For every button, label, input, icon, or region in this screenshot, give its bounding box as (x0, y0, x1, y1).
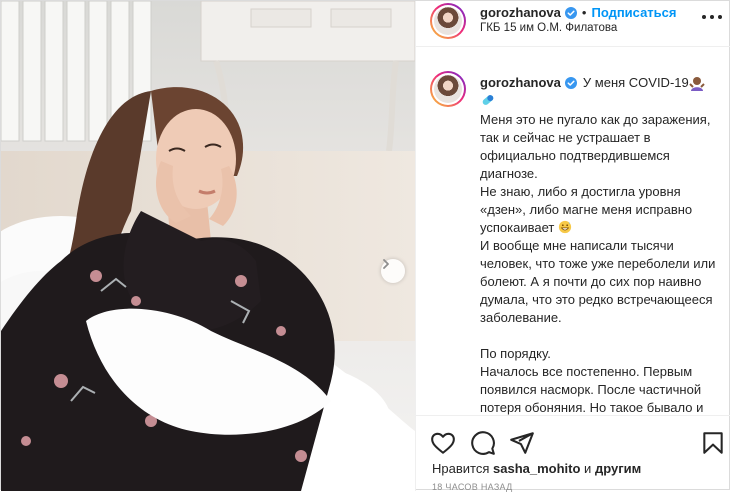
post-header: gorozhanova • Подписаться ГКБ 15 им О.М.… (416, 1, 730, 47)
caption-line-5: По порядку. (480, 346, 551, 361)
more-options-icon[interactable] (702, 9, 722, 25)
follow-button[interactable]: Подписаться (591, 5, 676, 20)
avatar[interactable] (430, 3, 466, 39)
pill-icon (482, 95, 494, 105)
likes-line: Нравится sasha_mohito и другим (432, 461, 641, 476)
header-username[interactable]: gorozhanova (480, 5, 561, 20)
likes-prefix: Нравится (432, 461, 490, 476)
bookmark-icon[interactable] (700, 430, 726, 456)
instagram-post: gorozhanova • Подписаться ГКБ 15 им О.М.… (0, 0, 730, 492)
location-link[interactable]: ГКБ 15 им О.М. Филатова (480, 22, 617, 34)
caption-first-text: У меня COVID-19 (582, 75, 689, 90)
photo-illustration (1, 1, 415, 491)
carousel-next-button[interactable] (381, 259, 405, 283)
caption: gorozhanova У меня COVID-19 Меня это не … (480, 74, 720, 415)
caption-username[interactable]: gorozhanova (480, 74, 561, 92)
caption-line-1: Меня это не пугало как до заражения, так… (480, 112, 711, 181)
comment-icon[interactable] (470, 430, 496, 456)
separator-dot: • (581, 5, 587, 20)
verified-badge-icon (564, 6, 577, 19)
caption-blank-line (480, 327, 720, 345)
woman-shrugging-icon (689, 77, 705, 91)
post-timestamp[interactable]: 18 часов назад (432, 482, 513, 492)
share-icon[interactable] (509, 430, 535, 456)
likes-user-link[interactable]: sasha_mohito (493, 461, 580, 476)
likes-middle: и (584, 461, 592, 476)
chevron-right-icon (383, 259, 389, 269)
caption-line-2: Не знаю, либо я достигла уровня «дзен», … (480, 184, 693, 235)
grinning-sweat-icon (558, 220, 572, 234)
caption-line-6: Началось все постепенно. Первым появился… (480, 364, 704, 415)
action-bar (416, 415, 730, 467)
comments-area[interactable]: gorozhanova У меня COVID-19 Меня это не … (416, 63, 730, 415)
verified-badge-icon (564, 77, 577, 89)
header-user-line: gorozhanova • Подписаться (480, 5, 676, 20)
caption-line-3: И вообще мне написали тысячи человек, чт… (480, 238, 716, 325)
post-photo[interactable] (1, 1, 415, 491)
post-side-panel: gorozhanova • Подписаться ГКБ 15 им О.М.… (415, 1, 730, 492)
heart-icon[interactable] (430, 430, 456, 456)
caption-avatar[interactable] (430, 71, 466, 107)
likes-others-link[interactable]: другим (595, 461, 641, 476)
